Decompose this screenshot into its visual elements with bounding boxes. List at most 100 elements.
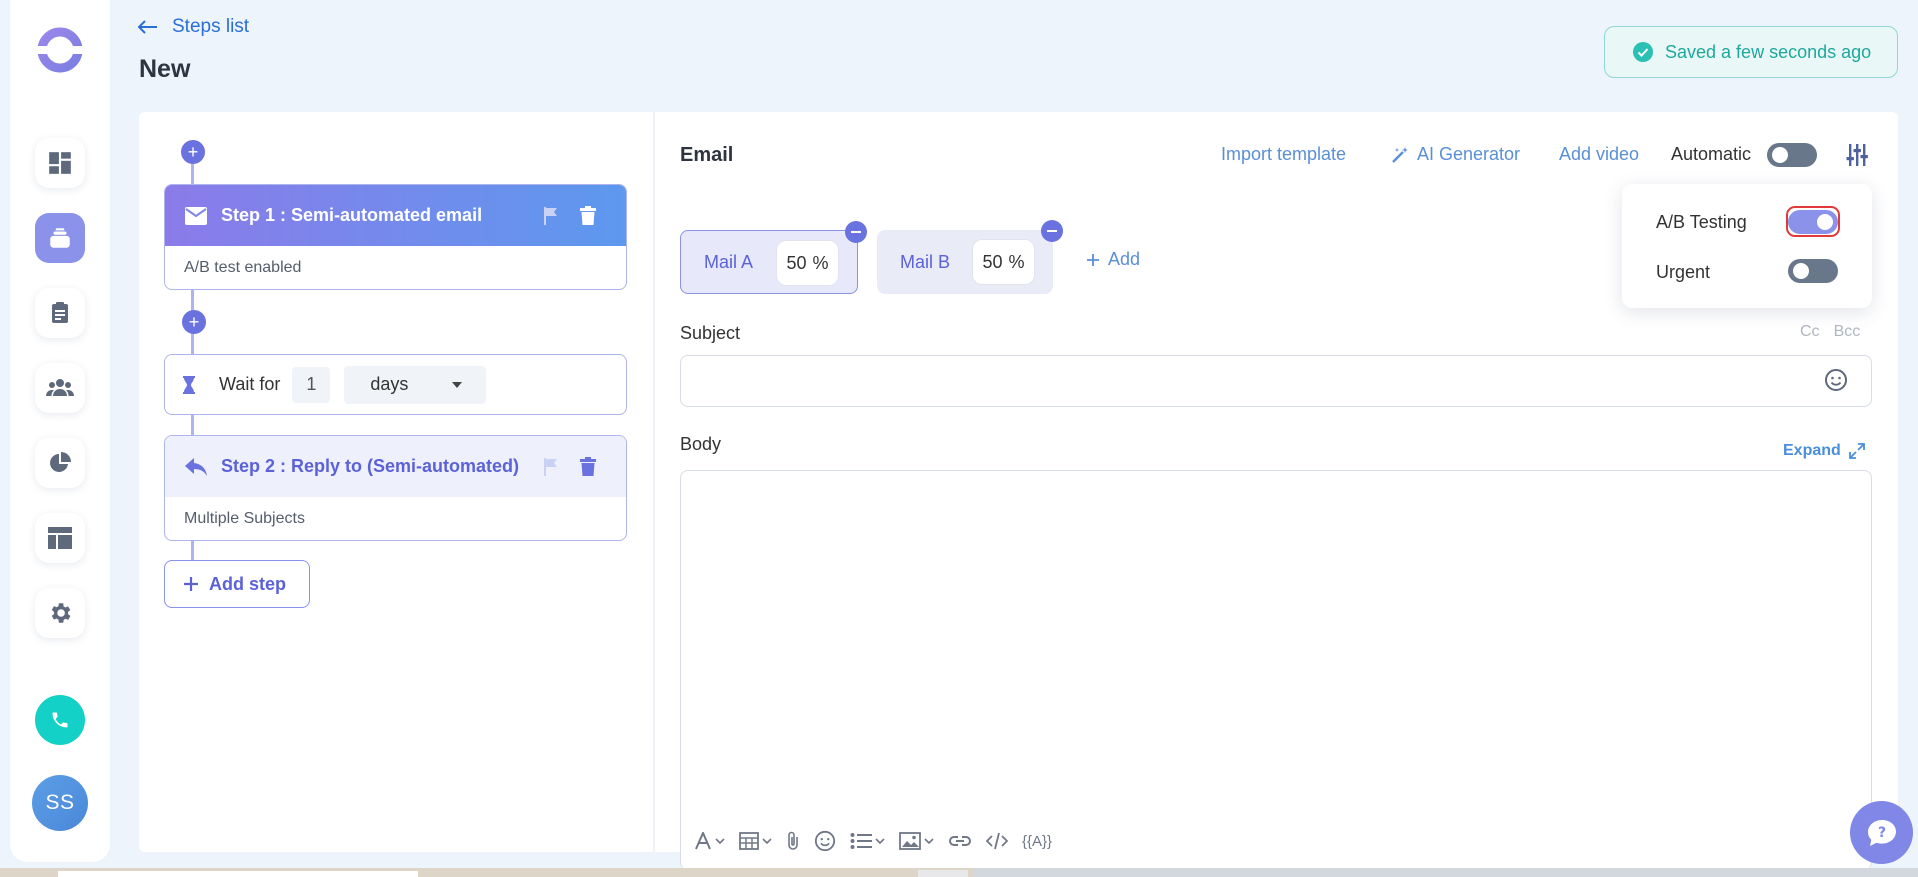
add-mail-label: Add: [1108, 249, 1141, 269]
back-link-label: Steps list: [172, 16, 250, 37]
insert-step-button-middle[interactable]: +: [182, 310, 206, 334]
insert-variable-button[interactable]: {{A}}: [1022, 833, 1052, 850]
mail-a-percent-unit: %: [812, 252, 829, 273]
caret-down-icon: [452, 381, 463, 388]
automatic-label: Automatic: [1671, 144, 1752, 164]
text-format-dropdown[interactable]: [694, 832, 725, 850]
subject-input[interactable]: [680, 355, 1872, 407]
emoji-icon[interactable]: [814, 830, 836, 852]
cc-link[interactable]: Cc: [1800, 323, 1820, 341]
wait-unit-value: days: [370, 374, 409, 394]
step-2-subtitle: Multiple Subjects: [184, 509, 305, 527]
mail-b-tab[interactable]: Mail B 50 %: [877, 220, 1063, 294]
list-dropdown[interactable]: [850, 832, 885, 850]
sidebar: SS: [10, 0, 110, 862]
image-icon: [899, 832, 921, 850]
cc-bcc-links: Cc Bcc: [1800, 323, 1860, 341]
hourglass-icon: [183, 375, 195, 394]
remove-mail-a-button[interactable]: [845, 221, 867, 243]
clipboard-icon: [52, 302, 68, 323]
mail-b-percent-unit: %: [1008, 251, 1025, 272]
back-to-steps-list-link[interactable]: Steps list: [138, 16, 249, 38]
add-video-button[interactable]: Add video: [1559, 144, 1639, 165]
link-icon[interactable]: [948, 834, 972, 848]
help-chat-icon: ?: [1867, 819, 1896, 846]
mail-a-tab[interactable]: Mail A 50 %: [680, 221, 867, 294]
ab-testing-label: A/B Testing: [1656, 212, 1747, 232]
table-dropdown[interactable]: [739, 832, 772, 850]
wait-step[interactable]: Wait for 1 days: [164, 354, 627, 415]
mail-b-percent-input[interactable]: 50 %: [972, 239, 1035, 285]
chevron-down-icon: [875, 838, 885, 844]
trash-icon[interactable]: [580, 457, 596, 476]
automatic-toggle[interactable]: [1767, 143, 1817, 167]
add-mail-variant-button[interactable]: Add: [1086, 249, 1140, 270]
pie-chart-icon: [50, 452, 71, 472]
app-logo-icon[interactable]: [36, 26, 84, 74]
ai-generator-button[interactable]: AI Generator: [1391, 144, 1520, 165]
editor-toolbar: {{A}}: [694, 830, 1052, 852]
email-options-popover: A/B Testing Urgent: [1622, 184, 1872, 308]
list-icon: [850, 833, 872, 849]
import-template-button[interactable]: Import template: [1221, 144, 1346, 165]
step-1-header: Step 1 : Semi-automated email: [165, 185, 626, 246]
magic-wand-icon: [1392, 146, 1408, 163]
gear-icon: [51, 603, 71, 623]
flag-icon[interactable]: [544, 206, 558, 225]
sidebar-item-contacts[interactable]: [35, 363, 85, 413]
flag-icon[interactable]: [544, 457, 558, 476]
call-button[interactable]: [35, 695, 85, 745]
insert-step-button-top[interactable]: +: [181, 140, 205, 164]
help-chat-button[interactable]: ?: [1850, 801, 1913, 864]
code-icon[interactable]: [986, 832, 1008, 850]
subject-label: Subject: [680, 323, 741, 343]
step-2-card[interactable]: Step 2 : Reply to (Semi-automated) Multi…: [164, 435, 627, 541]
remove-mail-b-button[interactable]: [1041, 220, 1063, 242]
reply-icon: [185, 457, 207, 476]
page-title: New: [139, 55, 191, 83]
sequences-icon: [50, 228, 70, 248]
arrow-left-icon: [138, 20, 157, 34]
wait-unit-select[interactable]: days: [344, 365, 487, 404]
avatar[interactable]: SS: [32, 775, 88, 831]
mail-a-label: Mail A: [704, 251, 754, 272]
image-dropdown[interactable]: [899, 832, 934, 850]
wait-duration-input[interactable]: 1: [292, 366, 331, 403]
add-step-button[interactable]: Add step: [164, 560, 310, 608]
step-1-card[interactable]: Step 1 : Semi-automated email A/B test e…: [164, 184, 627, 290]
urgent-toggle[interactable]: [1788, 259, 1838, 283]
attachment-icon[interactable]: [786, 831, 800, 851]
body-editor[interactable]: [680, 470, 1872, 870]
mail-b-label: Mail B: [900, 251, 951, 272]
layout-icon: [48, 527, 72, 549]
bcc-link[interactable]: Bcc: [1834, 323, 1861, 341]
saved-status-text: Saved a few seconds ago: [1665, 41, 1872, 62]
os-taskbar-strip: [0, 868, 1918, 877]
trash-icon[interactable]: [580, 206, 596, 225]
chevron-down-icon: [715, 838, 725, 844]
mail-a-percent-input[interactable]: 50 %: [776, 240, 839, 286]
mail-a-percent-value: 50: [786, 252, 807, 273]
font-icon: [695, 832, 711, 850]
sidebar-item-reports[interactable]: [35, 438, 85, 488]
sidebar-item-sequences[interactable]: [35, 213, 85, 263]
expand-label: Expand: [1783, 442, 1841, 459]
check-circle-icon: [1633, 42, 1653, 62]
sidebar-item-dashboard[interactable]: [35, 138, 85, 188]
dashboard-icon: [49, 152, 71, 174]
mail-b-percent-value: 50: [982, 251, 1003, 272]
settings-sliders-icon[interactable]: [1846, 144, 1868, 166]
sidebar-item-templates[interactable]: [35, 513, 85, 563]
emoji-icon[interactable]: [1824, 368, 1848, 392]
sidebar-item-settings[interactable]: [35, 588, 85, 638]
column-divider: [653, 112, 655, 852]
expand-icon: [1848, 443, 1865, 459]
phone-icon: [52, 712, 68, 728]
expand-editor-button[interactable]: Expand: [1783, 442, 1865, 460]
table-icon: [739, 832, 759, 850]
sidebar-item-tasks[interactable]: [35, 288, 85, 338]
chevron-down-icon: [762, 838, 772, 844]
ai-generator-label: AI Generator: [1417, 144, 1521, 164]
email-panel-title: Email: [680, 144, 734, 166]
plus-icon: [184, 577, 198, 591]
